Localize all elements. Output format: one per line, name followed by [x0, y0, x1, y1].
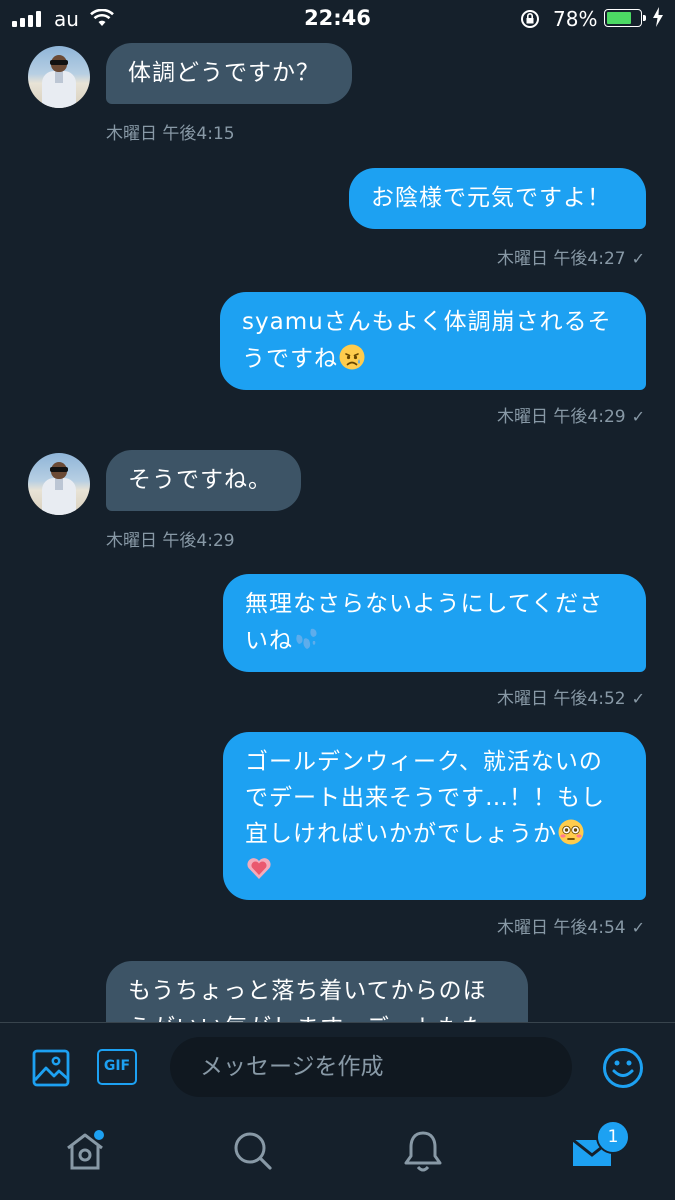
message-timestamp: 木曜日 午後4:27 ✓ [497, 249, 645, 269]
rotation-lock-icon [521, 10, 539, 28]
sent-check-icon: ✓ [631, 918, 645, 937]
message-composer: GIF [0, 1022, 675, 1110]
message-line: syamuさんもよく体調崩されるそ [242, 309, 612, 335]
avatar[interactable] [28, 46, 90, 108]
sent-check-icon: ✓ [631, 689, 645, 708]
message-timestamp: 木曜日 午後4:52 ✓ [497, 689, 645, 709]
message-input[interactable] [170, 1037, 572, 1097]
message-bubble-incoming[interactable]: 体調どうですか？ [106, 43, 352, 104]
message-text: お陰様で元気ですよ！ [371, 185, 611, 211]
avatar[interactable] [28, 453, 90, 515]
message-line: うですね [242, 346, 338, 372]
message-bubble-outgoing[interactable]: syamuさんもよく体調崩されるそ うですね [220, 292, 646, 390]
tab-messages[interactable]: 1 [568, 1120, 630, 1176]
charging-bolt-icon [653, 7, 663, 27]
sent-check-icon: ✓ [631, 249, 645, 268]
sent-check-icon: ✓ [631, 407, 645, 426]
notifications-icon [404, 1131, 442, 1172]
message-text: 体調どうですか？ [128, 60, 320, 86]
status-bar: au 22:46 78% [0, 0, 675, 38]
gif-button[interactable]: GIF [97, 1049, 137, 1085]
tab-search[interactable] [228, 1126, 278, 1176]
message-line: 宜しければいかがでしょうか [245, 821, 557, 847]
message-line: うがいい気がします。デートもた [128, 1010, 506, 1022]
message-text: そうですね。 [128, 467, 272, 493]
message-timestamp: 木曜日 午後4:15 [106, 124, 235, 144]
message-bubble-incoming[interactable]: もうちょっと落ち着いてからのほ うがいい気がします。デートもた [106, 961, 528, 1022]
message-bubble-outgoing[interactable]: お陰様で元気ですよ！ [349, 168, 646, 229]
battery-percent: 78% [553, 7, 598, 31]
message-line: でデート出来そうです…！！もし [245, 785, 605, 811]
battery-icon [604, 9, 646, 27]
message-timestamp: 木曜日 午後4:54 ✓ [497, 918, 645, 938]
sweat-droplets-emoji-icon [296, 628, 317, 649]
message-line: いね [245, 628, 293, 654]
message-timestamp: 木曜日 午後4:29 [106, 531, 235, 551]
emoji-picker-icon[interactable] [602, 1047, 644, 1089]
growing-heart-emoji-icon [247, 858, 271, 879]
tab-notifications[interactable] [398, 1126, 448, 1176]
message-bubble-incoming[interactable]: そうですね。 [106, 450, 301, 511]
image-icon[interactable] [32, 1049, 70, 1087]
new-content-dot [94, 1130, 104, 1140]
message-line: ゴールデンウィーク、就活ないの [245, 749, 603, 775]
message-line: もうちょっと落ち着いてからのほ [128, 978, 487, 1004]
search-icon [234, 1132, 272, 1170]
flushed-face-emoji-icon [558, 819, 584, 845]
message-line: 無理なさらないようにしてくださ [245, 591, 604, 617]
message-bubble-outgoing[interactable]: ゴールデンウィーク、就活ないの でデート出来そうです…！！もし 宜しければいかが… [223, 732, 646, 900]
tab-home[interactable] [60, 1126, 110, 1176]
message-timestamp: 木曜日 午後4:29 ✓ [497, 407, 645, 427]
message-bubble-outgoing[interactable]: 無理なさらないようにしてくださ いね [223, 574, 646, 672]
unread-count-badge: 1 [596, 1120, 630, 1154]
message-thread[interactable]: 体調どうですか？ 木曜日 午後4:15 お陰様で元気ですよ！ 木曜日 午後4:2… [0, 38, 675, 1022]
sad-face-emoji-icon [339, 344, 365, 370]
tab-bar: 1 [0, 1110, 675, 1200]
